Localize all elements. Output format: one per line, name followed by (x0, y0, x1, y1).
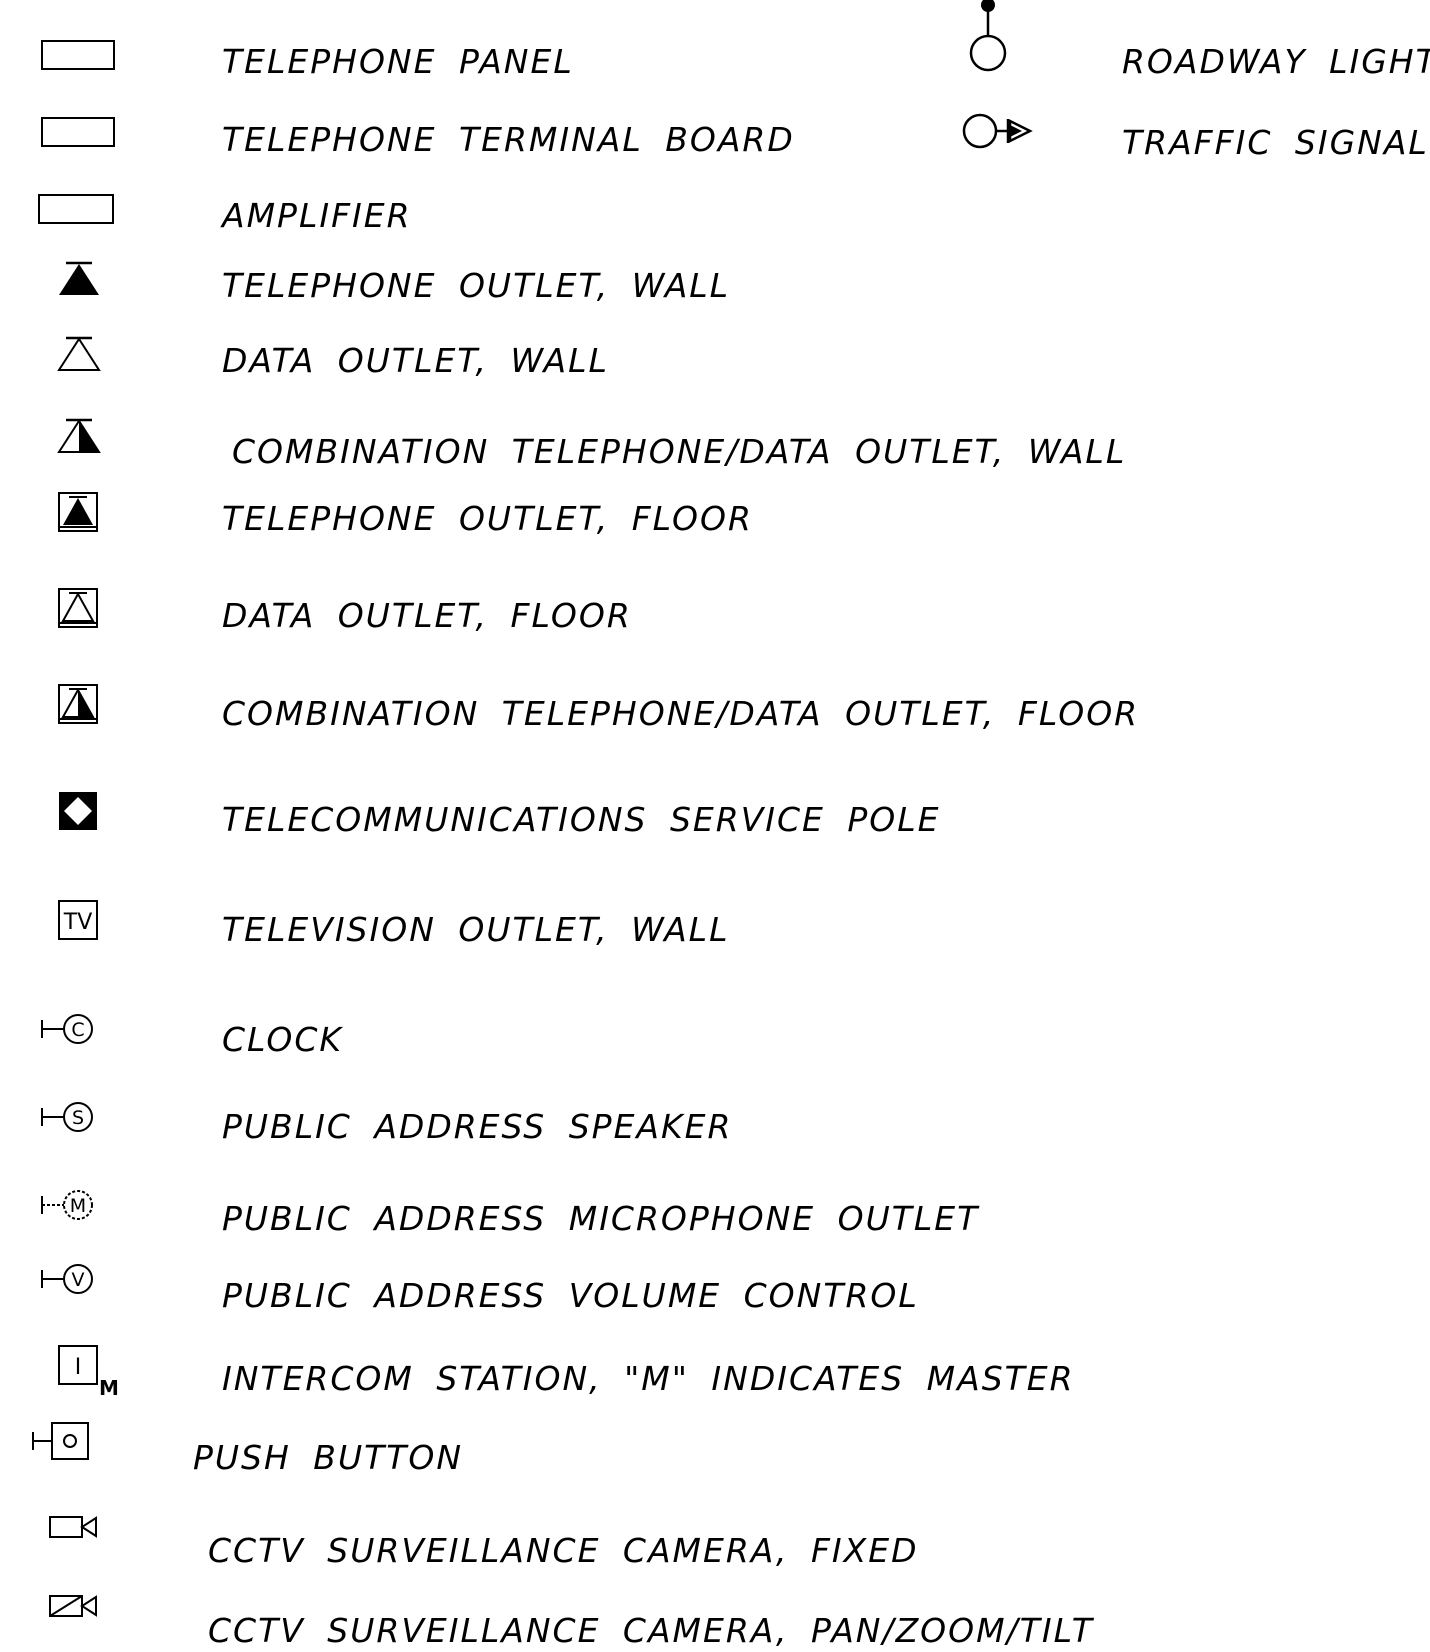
tv-box-icon: TV (58, 900, 98, 940)
half-filled-triangle-icon (57, 418, 101, 453)
label-cctv-camera-fixed: CCTV SURVEILLANCE CAMERA, FIXED (208, 1531, 919, 1570)
volume-control-icon: V (41, 1264, 93, 1294)
intercom-icon: I M (58, 1345, 119, 1400)
boxed-filled-triangle-icon (58, 492, 98, 532)
label-traffic-signal: TRAFFIC SIGNAL (1122, 123, 1429, 162)
label-combination-outlet-wall: COMBINATION TELEPHONE/DATA OUTLET, WALL (232, 432, 1127, 471)
fixed-camera-icon (49, 1516, 97, 1538)
label-clock: CLOCK (222, 1020, 344, 1059)
label-television-outlet-wall: TELEVISION OUTLET, WALL (222, 910, 730, 949)
boxed-half-triangle-icon (58, 684, 98, 724)
microphone-glyph: M (70, 1195, 86, 1217)
roadway-light-icon (969, 0, 1007, 72)
filled-triangle-icon (59, 261, 99, 295)
clock-glyph: C (71, 1019, 84, 1041)
push-button-icon (32, 1422, 89, 1460)
label-data-outlet-wall: DATA OUTLET, WALL (222, 341, 609, 380)
label-push-button: PUSH BUTTON (193, 1438, 464, 1477)
clock-icon: C (41, 1014, 93, 1044)
label-telephone-outlet-floor: TELEPHONE OUTLET, FLOOR (222, 499, 753, 538)
label-cctv-camera-pan-zoom-tilt: CCTV SURVEILLANCE CAMERA, PAN/ZOOM/TILT (208, 1611, 1094, 1650)
label-public-address-volume-control: PUBLIC ADDRESS VOLUME CONTROL (222, 1276, 919, 1315)
label-combination-outlet-floor: COMBINATION TELEPHONE/DATA OUTLET, FLOOR (222, 694, 1140, 733)
speaker-glyph: S (72, 1107, 84, 1129)
label-telephone-panel: TELEPHONE PANEL (222, 42, 574, 81)
intercom-glyph: I (75, 1355, 82, 1380)
amplifier-rect-icon (38, 194, 114, 224)
label-roadway-light: ROADWAY LIGHT (1122, 42, 1430, 81)
label-public-address-microphone-outlet: PUBLIC ADDRESS MICROPHONE OUTLET (222, 1199, 980, 1238)
intercom-master-sub: M (99, 1376, 119, 1400)
ptz-camera-icon (49, 1595, 97, 1617)
label-public-address-speaker: PUBLIC ADDRESS SPEAKER (222, 1107, 733, 1146)
speaker-icon: S (41, 1102, 93, 1132)
label-data-outlet-floor: DATA OUTLET, FLOOR (222, 596, 632, 635)
tv-glyph: TV (63, 910, 93, 935)
label-intercom-station: INTERCOM STATION, "M" INDICATES MASTER (222, 1359, 1075, 1398)
open-triangle-icon (57, 336, 101, 371)
boxed-open-triangle-icon (58, 588, 98, 628)
label-telecommunications-service-pole: TELECOMMUNICATIONS SERVICE POLE (222, 800, 941, 839)
volume-glyph: V (72, 1269, 85, 1291)
terminal-board-rect-icon (41, 117, 115, 147)
microphone-outlet-icon: M (41, 1190, 93, 1220)
diamond-in-square-icon (59, 792, 97, 830)
panel-rect-icon (41, 40, 115, 70)
label-telephone-outlet-wall: TELEPHONE OUTLET, WALL (222, 266, 731, 305)
label-telephone-terminal-board: TELEPHONE TERMINAL BOARD (222, 120, 795, 159)
traffic-signal-icon (962, 113, 1033, 149)
label-amplifier: AMPLIFIER (222, 196, 412, 235)
